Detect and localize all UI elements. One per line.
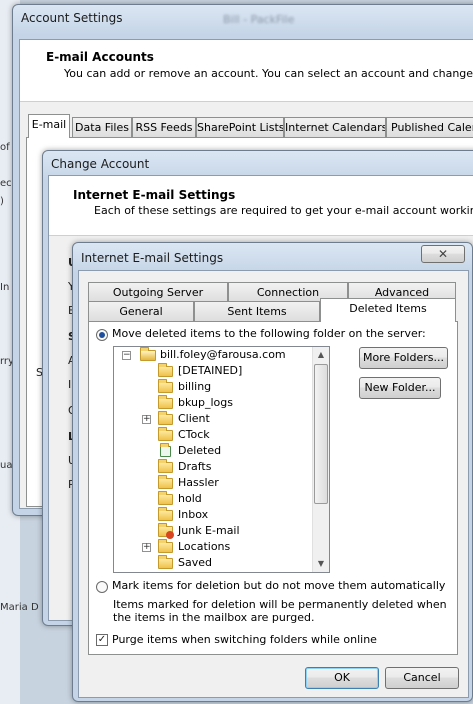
- cancel-button[interactable]: Cancel: [385, 667, 459, 689]
- mark-items-note: Items marked for deletion will be perman…: [113, 598, 447, 624]
- folder-icon: [158, 507, 173, 521]
- folder-icon: [158, 491, 173, 505]
- tree-item-label: hold: [178, 492, 202, 505]
- new-folder-button[interactable]: New Folder...: [359, 377, 441, 399]
- tree-item-label: Client: [178, 412, 210, 425]
- tree-item-label: billing: [178, 380, 212, 393]
- tree-item-label: Deleted: [178, 444, 222, 457]
- scroll-down-arrow-icon[interactable]: ▼: [313, 556, 329, 572]
- folder-icon: [158, 459, 173, 473]
- tree-item-label: bkup_logs: [178, 396, 233, 409]
- move-items-radio[interactable]: [96, 329, 108, 341]
- expand-icon[interactable]: +: [142, 543, 151, 552]
- tree-item-label: Locations: [178, 540, 231, 553]
- move-items-label: Move deleted items to the following fold…: [112, 327, 426, 340]
- tree-item-label: Inbox: [178, 508, 209, 521]
- folder-icon: [158, 379, 173, 393]
- mailbox-icon: [140, 347, 156, 361]
- junk-folder-icon: [158, 523, 174, 539]
- tree-item-label: [DETAINED]: [178, 364, 243, 377]
- folder-icon: [158, 411, 173, 425]
- folder-icon: [158, 427, 173, 441]
- scroll-thumb[interactable]: [314, 364, 328, 504]
- ok-button[interactable]: OK: [305, 667, 379, 689]
- expand-icon[interactable]: +: [142, 415, 151, 424]
- folder-icon: [158, 539, 173, 553]
- tree-scrollbar[interactable]: ▲ ▼: [312, 347, 329, 572]
- tree-item-label: Junk E-mail: [178, 524, 240, 537]
- folder-icon: [158, 475, 173, 489]
- tree-item-label: CTock: [178, 428, 210, 441]
- tree-item-label: Saved: [178, 556, 212, 569]
- recycle-bin-icon: [160, 443, 171, 457]
- tree-root-label: bill.foley@farousa.com: [160, 348, 286, 361]
- folder-icon: [158, 395, 173, 409]
- folder-tree[interactable]: − bill.foley@farousa.com [DETAINED] billi…: [113, 346, 330, 573]
- folder-icon: [158, 555, 173, 569]
- purge-label: Purge items when switching folders while…: [112, 633, 377, 646]
- mark-items-radio[interactable]: [96, 581, 108, 593]
- more-folders-button[interactable]: More Folders...: [359, 347, 448, 369]
- deleted-items-content: Move deleted items to the following fold…: [0, 0, 473, 704]
- collapse-icon[interactable]: −: [122, 351, 131, 360]
- purge-checkbox[interactable]: ✓: [96, 634, 108, 646]
- folder-icon: [158, 363, 173, 377]
- mark-items-label: Mark items for deletion but do not move …: [112, 579, 446, 592]
- tree-item-label: Hassler: [178, 476, 219, 489]
- scroll-up-arrow-icon[interactable]: ▲: [313, 347, 329, 363]
- tree-item-label: Drafts: [178, 460, 212, 473]
